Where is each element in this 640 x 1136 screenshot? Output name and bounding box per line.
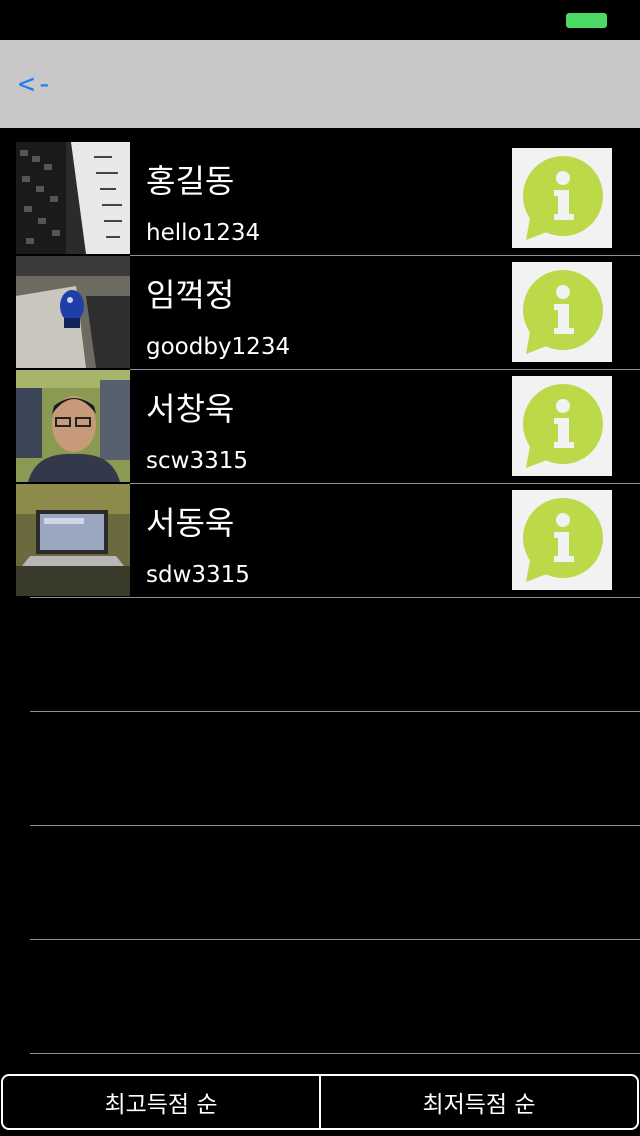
battery-icon: [566, 13, 607, 28]
info-icon[interactable]: [512, 148, 612, 248]
list-item[interactable]: 임꺽정 goodby1234: [0, 256, 640, 370]
row-divider: [30, 597, 640, 598]
info-icon[interactable]: [512, 262, 612, 362]
sort-lowest-button[interactable]: 최저득점 순: [319, 1074, 639, 1130]
user-photo: [16, 484, 130, 596]
info-icon[interactable]: [512, 376, 612, 476]
user-photo: [16, 370, 130, 482]
user-id: scw3315: [146, 448, 248, 474]
status-bar: [0, 0, 640, 40]
user-name: 서동욱: [146, 504, 235, 542]
back-button[interactable]: <-: [18, 64, 54, 104]
user-id: hello1234: [146, 220, 261, 246]
row-divider: [30, 825, 640, 826]
user-list: 홍길동 hello1234 임꺽정 goodby1234 서창욱 scw3315…: [0, 142, 640, 598]
list-item[interactable]: 홍길동 hello1234: [0, 142, 640, 256]
row-divider: [30, 1053, 640, 1054]
user-photo: [16, 142, 130, 254]
user-id: goodby1234: [146, 334, 291, 360]
sort-segmented-control: 최고득점 순 최저득점 순: [0, 1074, 640, 1134]
list-item[interactable]: 서동욱 sdw3315: [0, 484, 640, 598]
row-divider: [30, 939, 640, 940]
navigation-bar: <-: [0, 40, 640, 128]
row-divider: [30, 711, 640, 712]
user-id: sdw3315: [146, 562, 250, 588]
user-name: 임꺽정: [146, 276, 235, 314]
info-icon[interactable]: [512, 490, 612, 590]
user-photo: [16, 256, 130, 368]
user-name: 홍길동: [146, 162, 235, 200]
sort-highest-button[interactable]: 최고득점 순: [1, 1074, 321, 1130]
user-name: 서창욱: [146, 390, 235, 428]
list-item[interactable]: 서창욱 scw3315: [0, 370, 640, 484]
